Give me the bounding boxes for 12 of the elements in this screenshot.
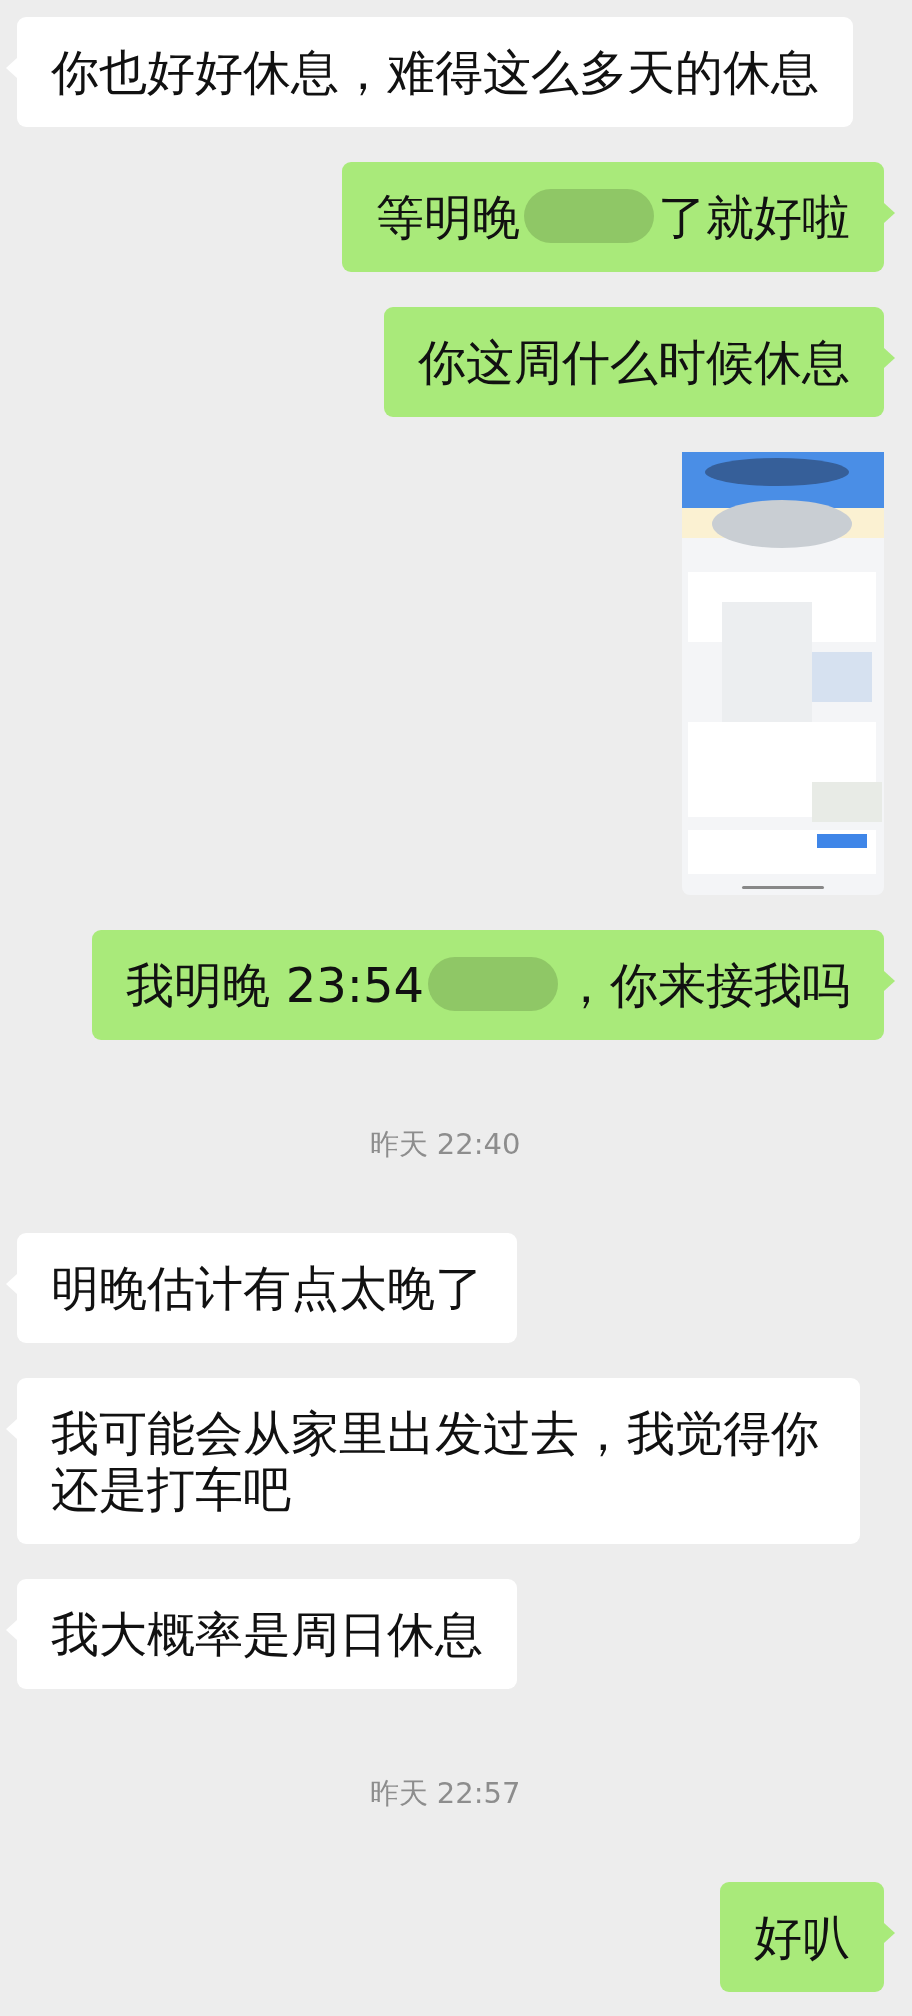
timestamp: 昨天 22:40 xyxy=(369,1126,521,1163)
message-text: 我明晚 23:54 xyxy=(126,957,424,1013)
message-text: ，你来接我吗 xyxy=(562,957,850,1013)
message-text: 我可能会从家里出发过去，我觉得你还是打车吧 xyxy=(51,1405,819,1517)
timestamp: 昨天 22:57 xyxy=(369,1775,521,1812)
message-text: 明晚估计有点太晚了 xyxy=(51,1260,483,1316)
message-text: 等明晚 xyxy=(376,189,520,245)
message-text: 你也好好休息，难得这么多天的休息 xyxy=(51,44,819,100)
message-text: 我大概率是周日休息 xyxy=(51,1606,483,1662)
message-text: 了就好啦 xyxy=(658,189,850,245)
message-text: 好叭 xyxy=(754,1909,850,1965)
message-text: 你这周什么时候休息 xyxy=(418,334,850,390)
